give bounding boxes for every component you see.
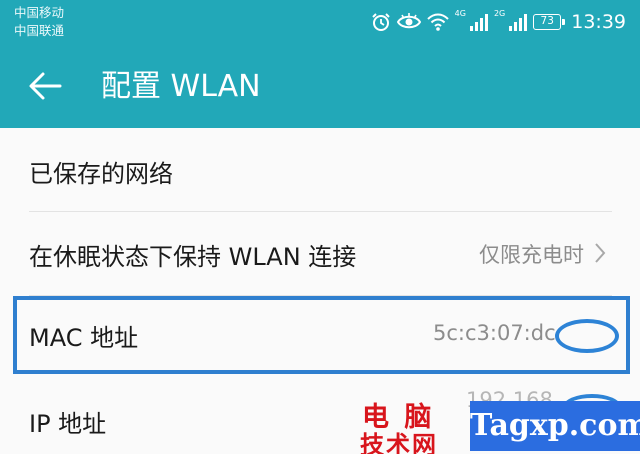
network-type-1: 4G (454, 9, 466, 18)
keep-wlan-on-sleep-item[interactable]: 在休眠状态下保持 WLAN 连接 仅限充电时 (0, 212, 640, 296)
top-bar: 中国移动 中国联通 4G 2G 73 13:39 配置 WLAN (0, 0, 640, 128)
battery-level: 73 (540, 15, 554, 27)
carrier-1: 中国移动 (14, 5, 65, 20)
saved-networks-label: 已保存的网络 (29, 160, 173, 188)
watermark-site: Tagxp.com (470, 401, 640, 451)
chevron-right-icon (594, 242, 606, 268)
status-icons: 4G 2G 73 13:39 (371, 8, 626, 36)
battery-icon: 73 (533, 14, 566, 30)
ip-address-label: IP 地址 (29, 410, 107, 438)
redaction-oval (555, 319, 619, 353)
keep-wlan-on-sleep-label: 在休眠状态下保持 WLAN 连接 (29, 243, 357, 271)
site-watermark: 电 脑 技术网 Tagxp.com (348, 395, 640, 454)
page-title: 配置 WLAN (101, 69, 261, 104)
saved-networks-item[interactable]: 已保存的网络 (0, 128, 640, 212)
eye-comfort-icon (396, 13, 421, 31)
carrier-info: 中国移动 中国联通 (14, 4, 64, 40)
wifi-icon (426, 13, 449, 31)
watermark-text-2: 技术网 (360, 431, 438, 454)
keep-wlan-on-sleep-value: 仅限充电时 (479, 243, 584, 267)
back-button[interactable] (22, 66, 68, 106)
signal-icon (469, 13, 488, 31)
network-type-2: 2G (493, 9, 506, 18)
signal-icon (509, 13, 528, 31)
highlight-box (13, 296, 630, 374)
carrier-2: 中国联通 (14, 23, 65, 38)
arrow-left-icon (29, 72, 62, 100)
alarm-icon (371, 12, 391, 32)
status-time: 13:39 (571, 11, 626, 33)
